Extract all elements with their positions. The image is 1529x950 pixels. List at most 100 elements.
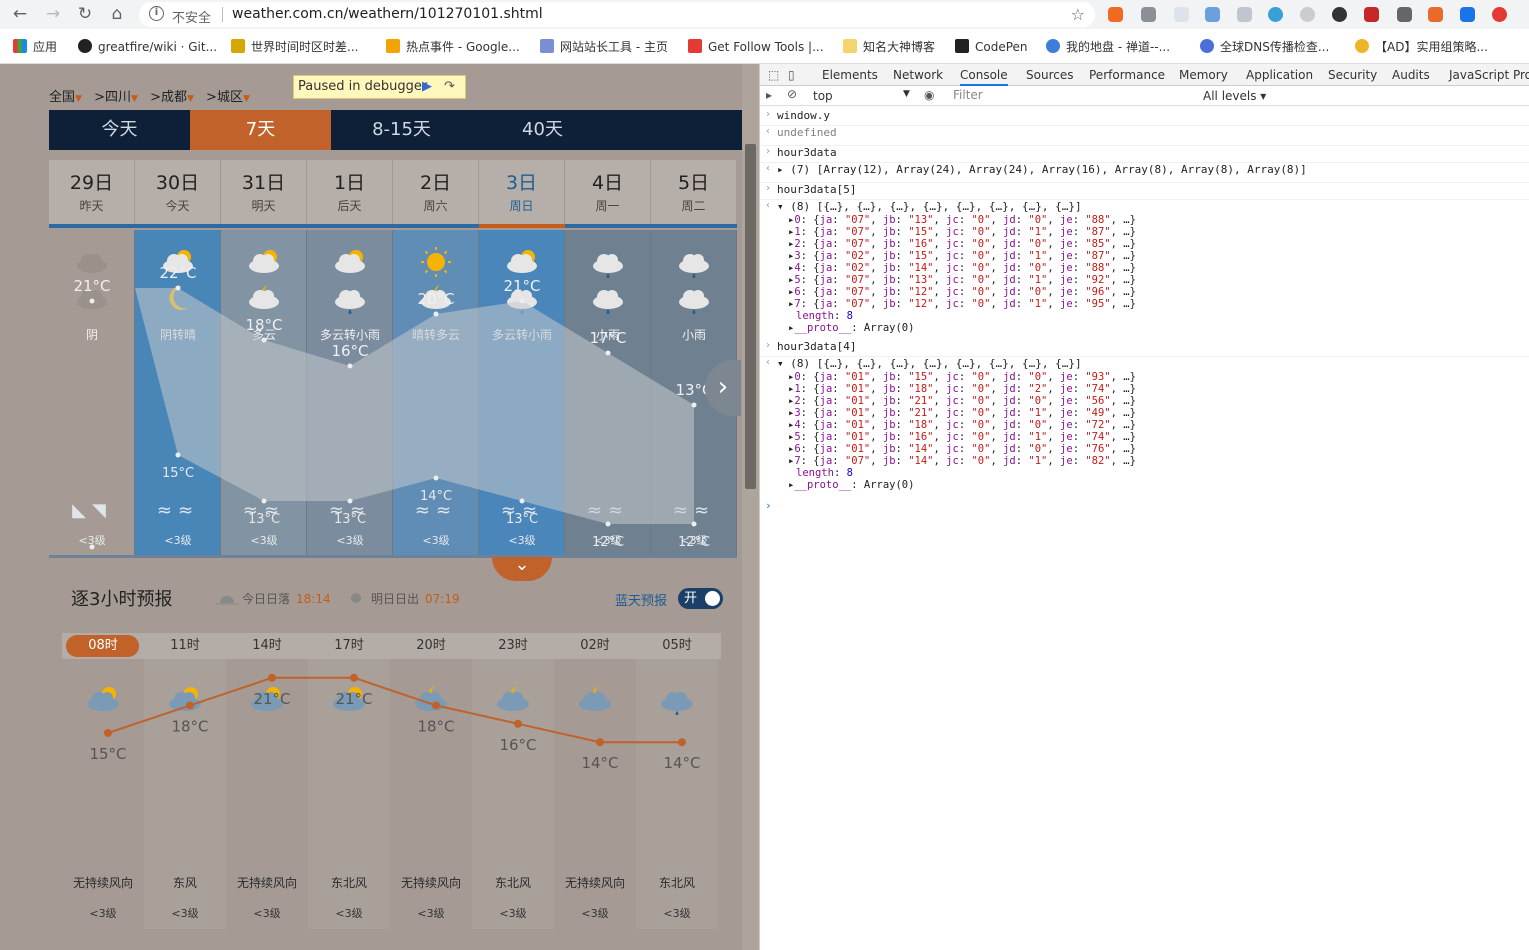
array-proto[interactable]: ▸__proto__: Array(0) [788, 479, 914, 491]
reload-icon[interactable]: ↻ [74, 3, 96, 25]
array-item[interactable]: ▸4: {ja: "01", jb: "18", jc: "0", jd: "0… [788, 419, 1136, 431]
extension-icon[interactable] [1460, 7, 1475, 22]
tab-elements[interactable]: Elements [822, 68, 878, 82]
array-item[interactable]: ▸1: {ja: "01", jb: "18", jc: "0", jd: "2… [788, 383, 1136, 395]
bookmark-item[interactable]: 世界时间时区时差... [231, 39, 358, 55]
bookmark-item[interactable]: 我的地盘 - 禅道--... [1046, 39, 1170, 55]
day-header[interactable]: 31日 明天 [221, 160, 307, 224]
tab-today[interactable]: 今天 [49, 110, 190, 150]
day-header[interactable]: 5日 周二 [651, 160, 737, 224]
day-header[interactable]: 4日 周一 [565, 160, 651, 224]
extension-icon[interactable] [1428, 7, 1443, 22]
bookmark-star-icon[interactable]: ☆ [1071, 5, 1085, 24]
tab-javascript-profiler[interactable]: JavaScript Profi [1449, 68, 1529, 82]
extension-icon[interactable] [1108, 7, 1123, 22]
bookmark-item[interactable]: 全球DNS传播检查... [1200, 39, 1329, 55]
array-item[interactable]: ▸1: {ja: "07", jb: "15", jc: "0", jd: "1… [788, 226, 1136, 238]
context-selector[interactable]: top ▼ [813, 89, 910, 103]
array-item[interactable]: ▸3: {ja: "02", jb: "15", jc: "0", jd: "1… [788, 250, 1136, 262]
console-text[interactable]: window.y [777, 109, 830, 122]
info-icon[interactable]: i [149, 6, 164, 21]
array-item[interactable]: ▸6: {ja: "01", jb: "14", jc: "0", jd: "0… [788, 443, 1136, 455]
day-header[interactable]: 2日 周六 [393, 160, 479, 224]
extension-icon[interactable] [1364, 7, 1379, 22]
extension-icon[interactable] [1141, 7, 1156, 22]
forward-icon[interactable]: → [42, 3, 64, 25]
extension-icon[interactable] [1205, 7, 1220, 22]
hour-tab[interactable]: 11时 [144, 633, 226, 659]
tab-sources[interactable]: Sources [1026, 68, 1073, 82]
day-header[interactable]: 30日 今天 [135, 160, 221, 224]
hour-tab[interactable]: 02时 [554, 633, 636, 659]
inspect-icon[interactable]: ⬚ [768, 68, 779, 82]
bluesky-switch[interactable]: 开 [678, 588, 723, 609]
bookmark-apps[interactable]: 应用 [13, 39, 57, 55]
tab-application[interactable]: Application [1246, 68, 1313, 82]
array-item[interactable]: ▸7: {ja: "07", jb: "14", jc: "0", jd: "1… [788, 455, 1136, 467]
levels-dropdown[interactable]: All levels ▾ [1203, 89, 1266, 103]
filter-input[interactable]: Filter [947, 87, 1197, 104]
eye-icon[interactable]: ◉ [924, 88, 934, 102]
array-item[interactable]: ▸5: {ja: "01", jb: "16", jc: "0", jd: "1… [788, 431, 1136, 443]
tab-audits[interactable]: Audits [1392, 68, 1430, 82]
array-item[interactable]: ▸3: {ja: "01", jb: "21", jc: "0", jd: "1… [788, 407, 1136, 419]
extension-icon[interactable] [1237, 7, 1252, 22]
clear-console-icon[interactable]: ⊘ [787, 87, 797, 101]
day-header[interactable]: 29日 昨天 [49, 160, 135, 224]
page-scrollbar[interactable] [742, 64, 759, 950]
tab-40day[interactable]: 40天 [472, 110, 613, 150]
extension-icon[interactable] [1397, 7, 1412, 22]
breadcrumb-item[interactable]: 全国▼ [49, 90, 82, 105]
breadcrumb-item[interactable]: >城区▼ [206, 90, 250, 105]
hour-tab[interactable]: 05时 [636, 633, 718, 659]
hour-tab[interactable]: 17时 [308, 633, 390, 659]
array-item[interactable]: ▸0: {ja: "07", jb: "13", jc: "0", jd: "0… [788, 214, 1136, 226]
array-item[interactable]: ▸6: {ja: "07", jb: "12", jc: "0", jd: "0… [788, 286, 1136, 298]
url-text[interactable]: weather.com.cn/weathern/101270101.shtml [232, 6, 543, 22]
array-item[interactable]: ▸2: {ja: "07", jb: "16", jc: "0", jd: "0… [788, 238, 1136, 250]
tab-memory[interactable]: Memory [1179, 68, 1228, 82]
bookmark-item[interactable]: 网站站长工具 - 主页 [540, 39, 668, 55]
extension-icon[interactable] [1300, 7, 1315, 22]
hour-tab[interactable]: 20时 [390, 633, 472, 659]
array-item[interactable]: ▸5: {ja: "07", jb: "13", jc: "0", jd: "1… [788, 274, 1136, 286]
array-item[interactable]: ▸0: {ja: "01", jb: "15", jc: "0", jd: "0… [788, 371, 1136, 383]
bookmark-item[interactable]: Get Follow Tools |... [688, 39, 824, 55]
scrollbar-thumb[interactable] [745, 144, 756, 489]
console-text[interactable]: hour3data[5] [777, 183, 856, 196]
bookmark-item[interactable]: CodePen [955, 39, 1028, 55]
hour-tab[interactable]: 08时 [62, 633, 144, 659]
extension-icon[interactable] [1174, 7, 1189, 22]
back-icon[interactable]: ← [9, 3, 31, 25]
extension-icon[interactable] [1492, 7, 1507, 22]
home-icon[interactable]: ⌂ [106, 3, 128, 25]
extension-icon[interactable] [1332, 7, 1347, 22]
tab-console[interactable]: Console [960, 68, 1008, 86]
array-proto[interactable]: ▸__proto__: Array(0) [788, 322, 914, 334]
address-bar[interactable]: i 不安全 weather.com.cn/weathern/101270101.… [139, 2, 1095, 27]
tab-7day[interactable]: 7天 [190, 110, 331, 150]
extension-icon[interactable] [1268, 7, 1283, 22]
console-prompt[interactable]: › [765, 499, 772, 512]
hour-tab[interactable]: 23时 [472, 633, 554, 659]
device-toggle-icon[interactable]: ▯ [788, 68, 795, 82]
step-over-icon[interactable]: ↷ [444, 76, 455, 98]
resume-icon[interactable]: ▶ [422, 76, 432, 98]
bookmark-item[interactable]: greatfire/wiki · Git... [78, 39, 217, 55]
tab-performance[interactable]: Performance [1089, 68, 1165, 82]
hour-tab[interactable]: 14时 [226, 633, 308, 659]
console-text[interactable]: hour3data [777, 146, 837, 159]
breadcrumb-item[interactable]: >四川▼ [94, 90, 138, 105]
tab-security[interactable]: Security [1328, 68, 1377, 82]
bookmark-folder[interactable]: 知名大神博客 [843, 39, 935, 55]
tab-network[interactable]: Network [893, 68, 943, 82]
console-text[interactable]: hour3data[4] [777, 340, 856, 353]
day-header[interactable]: 1日 后天 [307, 160, 393, 224]
breadcrumb-item[interactable]: >成都▼ [150, 90, 194, 105]
array-item[interactable]: ▸4: {ja: "02", jb: "14", jc: "0", jd: "0… [788, 262, 1136, 274]
expand-toggle[interactable]: ⌄ [492, 556, 552, 581]
array-item[interactable]: ▸2: {ja: "01", jb: "21", jc: "0", jd: "0… [788, 395, 1136, 407]
day-header[interactable]: 3日 周日 [479, 160, 565, 224]
tab-8-15day[interactable]: 8-15天 [331, 110, 472, 150]
sidebar-toggle-icon[interactable]: ▸ [766, 88, 772, 102]
